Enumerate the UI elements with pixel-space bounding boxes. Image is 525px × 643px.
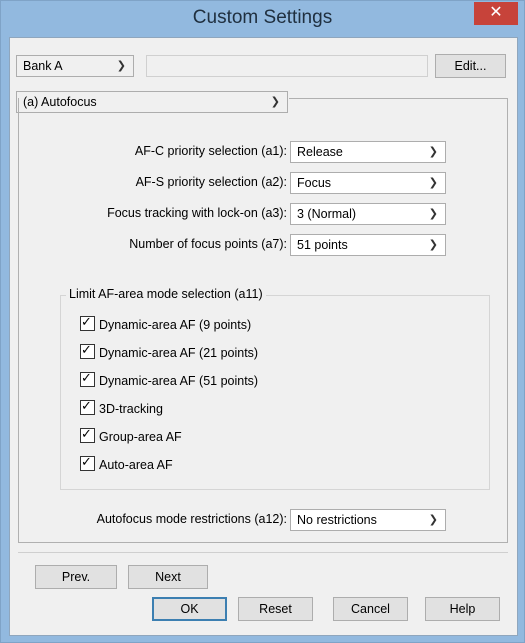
checkbox-box[interactable]: ✓ [80,454,95,471]
checkbox-box[interactable]: ✓ [80,398,95,415]
divider [18,552,508,553]
help-button-label: Help [449,602,476,616]
bank-name-field[interactable] [146,55,428,77]
limit-af-area-title: Limit AF-area mode selection (a11) [66,287,266,301]
chevron-down-icon: ❯ [428,514,438,526]
dialog-window: Custom Settings ✕ Bank A ❯ Edit... (a) A… [0,0,525,643]
cancel-button-label: Cancel [351,602,390,616]
af-c-priority-value: Release [297,145,343,159]
af-s-priority-label: AF-S priority selection (a2): [135,175,287,189]
check-icon: ✓ [81,426,92,441]
checkbox-auto-area[interactable]: ✓ Auto-area AF [80,454,173,474]
checkbox-3d-tracking[interactable]: ✓ 3D-tracking [80,398,163,418]
chevron-down-icon: ❯ [116,60,126,72]
check-icon: ✓ [81,398,92,413]
checkbox-box[interactable]: ✓ [80,426,95,443]
window-title: Custom Settings [192,7,333,28]
checkbox-label: 3D-tracking [99,402,163,416]
checkbox-box[interactable]: ✓ [80,314,95,331]
checkbox-dynamic-21[interactable]: ✓ Dynamic-area AF (21 points) [80,342,259,362]
focus-tracking-select[interactable]: 3 (Normal) ❯ [290,203,446,225]
help-button[interactable]: Help [425,597,500,621]
title-bar[interactable]: Custom Settings ✕ [1,1,524,37]
dialog-client: Bank A ❯ Edit... (a) Autofocus ❯ AF-C pr… [9,37,518,636]
check-icon: ✓ [81,314,92,329]
prev-button[interactable]: Prev. [35,565,117,589]
next-button[interactable]: Next [128,565,208,589]
next-button-label: Next [155,570,181,584]
af-s-priority-select[interactable]: Focus ❯ [290,172,446,194]
ok-button[interactable]: OK [152,597,227,621]
focus-tracking-value: 3 (Normal) [297,207,357,221]
reset-button[interactable]: Reset [238,597,313,621]
close-button[interactable]: ✕ [474,2,518,25]
af-mode-restrictions-select[interactable]: No restrictions ❯ [290,509,446,531]
edit-button-label: Edit... [454,59,487,73]
checkbox-label: Dynamic-area AF (9 points) [99,318,252,332]
checkbox-group-area[interactable]: ✓ Group-area AF [80,426,182,446]
reset-button-label: Reset [259,602,292,616]
checkbox-box[interactable]: ✓ [80,370,95,387]
checkbox-label: Dynamic-area AF (21 points) [99,346,259,360]
checkbox-dynamic-9[interactable]: ✓ Dynamic-area AF (9 points) [80,314,252,334]
chevron-down-icon: ❯ [428,146,438,158]
ok-button-label: OK [180,602,199,616]
checkbox-label: Dynamic-area AF (51 points) [99,374,259,388]
bank-select[interactable]: Bank A ❯ [16,55,134,77]
prev-button-label: Prev. [61,570,91,584]
edit-button[interactable]: Edit... [435,54,506,78]
checkbox-label: Auto-area AF [99,458,173,472]
checkbox-box[interactable]: ✓ [80,342,95,359]
af-mode-restrictions-value: No restrictions [297,513,377,527]
checkbox-label: Group-area AF [99,430,182,444]
chevron-down-icon: ❯ [428,177,438,189]
check-icon: ✓ [81,454,92,469]
chevron-down-icon: ❯ [428,208,438,220]
af-c-priority-select[interactable]: Release ❯ [290,141,446,163]
focus-points-label: Number of focus points (a7): [129,237,287,251]
cancel-button[interactable]: Cancel [333,597,408,621]
panel-top-border [289,98,508,99]
check-icon: ✓ [81,370,92,385]
chevron-down-icon: ❯ [428,239,438,251]
focus-points-select[interactable]: 51 points ❯ [290,234,446,256]
af-c-priority-label: AF-C priority selection (a1): [134,144,287,158]
bank-select-value: Bank A [23,59,63,73]
focus-points-value: 51 points [297,238,348,252]
check-icon: ✓ [81,342,92,357]
af-mode-restrictions-label: Autofocus mode restrictions (a12): [96,512,287,526]
close-icon: ✕ [489,4,503,21]
checkbox-dynamic-51[interactable]: ✓ Dynamic-area AF (51 points) [80,370,259,390]
af-s-priority-value: Focus [297,176,332,190]
focus-tracking-label: Focus tracking with lock-on (a3): [107,206,287,220]
